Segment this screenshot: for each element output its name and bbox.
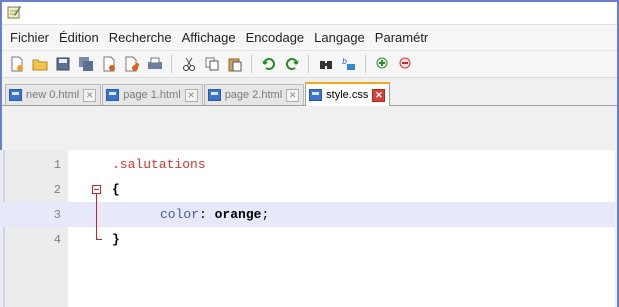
menu-recherche[interactable]: Recherche xyxy=(104,30,177,45)
toolbar: b xyxy=(2,51,617,78)
toolbar-separator xyxy=(308,55,309,73)
tab-page-2-html[interactable]: page 2.html ✕ xyxy=(203,84,305,105)
save-all-icon xyxy=(78,57,93,71)
cut-icon xyxy=(182,57,195,71)
open-file-button[interactable] xyxy=(29,54,50,75)
new-file-icon xyxy=(11,56,23,72)
zoom-out-button[interactable] xyxy=(395,54,416,75)
css-declaration: color: orange; xyxy=(160,207,269,222)
close-tab-icon[interactable]: ✕ xyxy=(286,88,300,102)
fold-line xyxy=(96,194,97,239)
close-tab-icon[interactable]: ✕ xyxy=(184,88,198,102)
line-number: 2 xyxy=(53,182,61,197)
open-file-icon xyxy=(32,59,47,71)
toolbar-separator xyxy=(171,55,172,73)
file-icon xyxy=(9,89,22,101)
menu-affichage[interactable]: Affichage xyxy=(177,30,241,45)
copy-button[interactable] xyxy=(201,54,222,75)
close-all-icon xyxy=(125,56,139,72)
close-tab-icon[interactable]: ✕ xyxy=(83,88,97,102)
undo-button[interactable] xyxy=(258,54,279,75)
redo-button[interactable] xyxy=(281,54,302,75)
close-tab-icon[interactable]: ✕ xyxy=(372,88,386,102)
tab-page-1-html[interactable]: page 1.html ✕ xyxy=(102,84,203,105)
undo-icon xyxy=(261,58,275,70)
paste-icon xyxy=(228,58,241,72)
code-line[interactable]: 4 } xyxy=(0,227,615,252)
print-icon xyxy=(147,57,162,69)
zoom-in-button[interactable] xyxy=(372,54,393,75)
cut-button[interactable] xyxy=(178,54,199,75)
replace-button[interactable]: b xyxy=(338,54,359,75)
tab-label: page 2.html xyxy=(224,89,283,101)
line-number: 3 xyxy=(53,207,61,222)
css-semicolon: ; xyxy=(261,207,270,222)
file-icon xyxy=(309,89,323,101)
css-property: color xyxy=(160,207,200,222)
menu-langage[interactable]: Langage xyxy=(309,30,370,45)
close-brace: } xyxy=(112,232,120,247)
file-icon xyxy=(207,89,221,101)
menu-parametres[interactable]: Paramétr xyxy=(370,30,433,45)
menu-fichier[interactable]: Fichier xyxy=(5,30,54,45)
title-bar xyxy=(2,2,617,25)
save-icon xyxy=(56,57,69,71)
toolbar-separator xyxy=(251,55,252,73)
fold-end-marker xyxy=(96,239,102,240)
print-button[interactable] xyxy=(144,54,165,75)
paste-button[interactable] xyxy=(224,54,245,75)
close-icon xyxy=(103,56,115,72)
css-selector: .salutations xyxy=(112,157,206,172)
copy-icon xyxy=(205,57,218,71)
tab-label: page 1.html xyxy=(123,89,181,101)
close-button[interactable] xyxy=(98,54,119,75)
line-number: 4 xyxy=(53,232,61,247)
svg-text:b: b xyxy=(342,57,347,66)
save-button[interactable] xyxy=(52,54,73,75)
find-icon xyxy=(319,61,332,69)
redo-icon xyxy=(285,58,299,70)
new-file-button[interactable] xyxy=(6,54,27,75)
menu-edition[interactable]: Édition xyxy=(54,30,104,45)
css-colon: : xyxy=(199,207,215,222)
line-number: 1 xyxy=(53,157,61,172)
save-all-button[interactable] xyxy=(75,54,96,75)
code-editor[interactable]: 1 .salutations 2 { 3 color: orange; 4 } xyxy=(0,150,615,307)
tab-label: new 0.html xyxy=(26,89,80,101)
zoom-in-icon xyxy=(376,57,387,69)
menu-bar: Fichier Édition Recherche Affichage Enco… xyxy=(2,25,617,51)
close-all-button[interactable] xyxy=(121,54,142,75)
find-button[interactable] xyxy=(315,54,336,75)
replace-icon: b xyxy=(342,57,355,70)
open-brace: { xyxy=(112,182,120,197)
menu-encodage[interactable]: Encodage xyxy=(241,30,310,45)
code-line[interactable]: 1 .salutations xyxy=(0,152,615,177)
fold-collapse-icon[interactable] xyxy=(92,185,101,194)
zoom-out-icon xyxy=(399,57,410,69)
tab-bar: new 0.html ✕ page 1.html ✕ page 2.html ✕… xyxy=(2,78,617,106)
toolbar-separator xyxy=(365,55,366,73)
tab-new-0-html[interactable]: new 0.html ✕ xyxy=(5,84,102,105)
code-line-current[interactable]: 3 color: orange; xyxy=(0,202,615,227)
css-value: orange xyxy=(214,207,262,222)
tab-style-css[interactable]: style.css ✕ xyxy=(305,82,391,106)
file-icon xyxy=(106,89,120,101)
tab-label: style.css xyxy=(326,89,369,101)
notepad-app-icon xyxy=(7,6,21,19)
